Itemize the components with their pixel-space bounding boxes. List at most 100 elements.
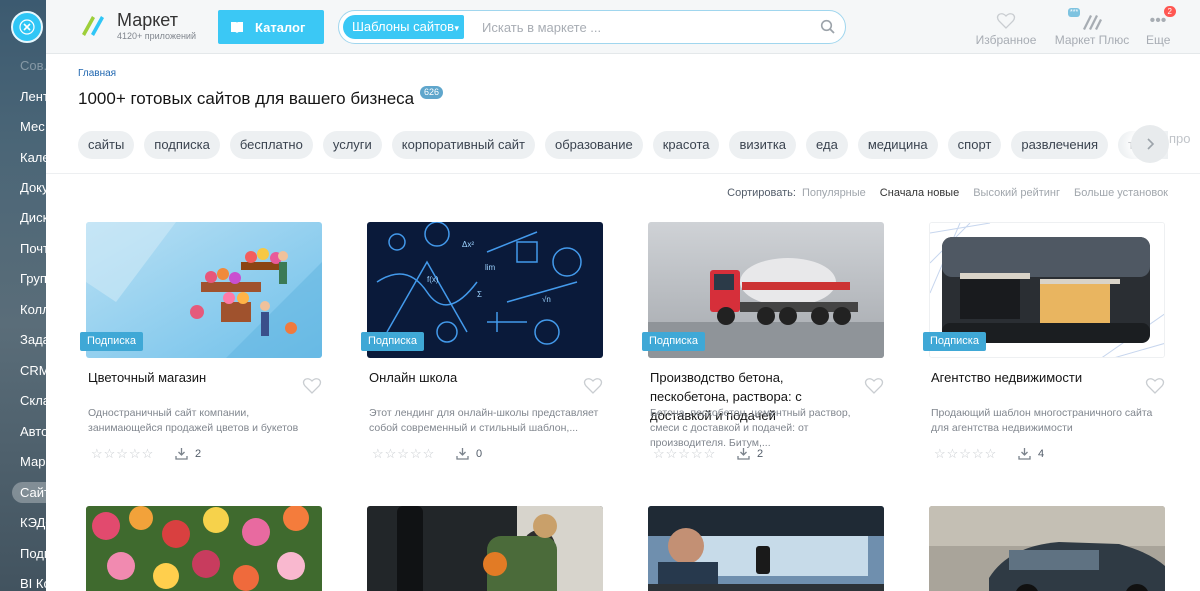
installs-count: 2 [737, 447, 763, 460]
app-card-image[interactable] [367, 506, 603, 591]
svg-text:f(x): f(x) [427, 275, 439, 284]
svg-text:Δx²: Δx² [462, 240, 474, 249]
breadcrumb[interactable]: Главная [78, 68, 116, 79]
subscription-badge: Подписка [80, 332, 143, 351]
sort-label: Сортировать: [727, 187, 796, 199]
card-title[interactable]: Агентство недвижимости [931, 368, 1131, 387]
tags-next-button[interactable] [1131, 125, 1169, 163]
more-button[interactable]: ••• 2 Еще [1146, 6, 1176, 47]
sidebar-item[interactable]: Груп [20, 271, 46, 286]
search-input[interactable]: Искать в маркете ... [482, 20, 601, 35]
sidebar-item[interactable]: Колл [20, 302, 46, 317]
star-rating: ☆☆☆☆☆ [653, 446, 717, 461]
favorites-label: Избранное [975, 33, 1037, 47]
installs-count: 4 [1018, 447, 1044, 460]
svg-text:√n: √n [542, 295, 551, 304]
catalog-label: Каталог [255, 19, 306, 35]
sidebar-item[interactable]: КЭДО [20, 515, 46, 530]
tag-chip[interactable]: бесплатно [229, 131, 313, 159]
tag-chip[interactable]: еда [806, 131, 848, 159]
left-sidebar: Сов... Лент Мес Кале Доку Диск Почт Груп… [0, 0, 46, 591]
svg-text:Σ: Σ [477, 290, 482, 299]
sidebar-item-sites[interactable]: Сайт [12, 482, 46, 503]
sidebar-item[interactable]: Авто [20, 424, 46, 439]
app-card[interactable]: Подписка Цветочный магазин Одностраничны… [80, 222, 322, 468]
sidebar-item[interactable]: Диск [20, 210, 46, 225]
card-title[interactable]: Онлайн школа [369, 368, 569, 387]
count-badge: 626 [420, 86, 444, 99]
star-rating: ☆☆☆☆☆ [934, 446, 998, 461]
app-card-image[interactable] [648, 506, 884, 591]
close-slider-button[interactable] [11, 11, 43, 43]
search-bar: Шаблоны сайтов ▾ Искать в маркете ... [338, 10, 846, 44]
installs-value: 2 [757, 447, 764, 460]
app-card[interactable]: Δx² lim f(x) √n Σ Подписка Онлайн школа Этот… [361, 222, 603, 468]
catalog-button[interactable]: Каталог [218, 10, 324, 44]
installs-value: 0 [476, 447, 483, 460]
search-scope-label: Шаблоны сайтов [352, 19, 455, 34]
app-card[interactable]: Подписка Агентство недвижимости Продающи… [923, 222, 1165, 468]
more-badge: 2 [1163, 6, 1176, 17]
card-title[interactable]: Цветочный магазин [88, 368, 288, 387]
heart-icon[interactable] [1145, 376, 1165, 396]
search-scope-select[interactable]: Шаблоны сайтов ▾ [343, 15, 464, 39]
sort-option-popular[interactable]: Популярные [802, 187, 866, 199]
sidebar-item[interactable]: Скла [20, 393, 46, 408]
market-plus-button[interactable]: *** Маркет Плюс [1054, 8, 1130, 47]
sidebar-item[interactable]: CRM [20, 363, 46, 378]
tag-chip[interactable]: корпоративный сайт [391, 131, 535, 159]
tag-chip[interactable]: визитка [729, 131, 797, 159]
card-description: Этот лендинг для онлайн-школы представля… [369, 407, 599, 434]
search-icon[interactable] [820, 19, 836, 35]
sidebar-item[interactable]: BI Ко [20, 576, 46, 591]
download-icon [737, 448, 750, 460]
sidebar-item[interactable]: Доку [20, 180, 46, 195]
sidebar-item[interactable]: Мар [20, 454, 45, 469]
market-plus-badge: *** [1068, 8, 1081, 17]
sidebar-item[interactable]: Мес [20, 119, 45, 134]
more-dots-icon: ••• [1149, 12, 1167, 29]
tag-chip[interactable]: подписка [144, 131, 220, 159]
book-icon [231, 21, 243, 33]
app-card-image[interactable] [86, 506, 322, 591]
subscription-badge: Подписка [361, 332, 424, 351]
heart-icon[interactable] [302, 376, 322, 396]
heart-icon[interactable] [583, 376, 603, 396]
sidebar-item[interactable]: Лент [20, 89, 46, 104]
sidebar-item[interactable]: Кале [20, 150, 46, 165]
sort-option-rating[interactable]: Высокий рейтинг [973, 187, 1060, 199]
tag-chip[interactable]: медицина [857, 131, 938, 159]
favorites-button[interactable]: Избранное [975, 10, 1037, 47]
sidebar-item[interactable]: Почт [20, 241, 46, 256]
sidebar-item[interactable]: Сов... [20, 58, 46, 73]
download-icon [456, 448, 469, 460]
more-label: Еще [1146, 33, 1171, 47]
app-card-image[interactable] [929, 506, 1165, 591]
tag-chip[interactable]: сайты [78, 131, 135, 159]
heart-icon [996, 13, 1016, 29]
chevron-right-icon [1147, 138, 1155, 150]
sidebar-item[interactable]: Подп [20, 546, 46, 561]
sidebar-item[interactable]: Зада [20, 332, 46, 347]
installs-value: 2 [195, 447, 202, 460]
sort-bar: Сортировать: Популярные Сначала новые Вы… [727, 187, 1168, 199]
tag-chip-overflow: про [1169, 131, 1191, 146]
app-title: Маркет [117, 10, 178, 30]
sort-option-installs[interactable]: Больше установок [1074, 187, 1168, 199]
app-subtitle: 4120+ приложений [117, 31, 196, 41]
tag-chip[interactable]: услуги [322, 131, 382, 159]
sort-option-newest[interactable]: Сначала новые [880, 187, 959, 199]
app-card[interactable]: Подписка Производство бетона, пескобетон… [642, 222, 884, 468]
tag-chip[interactable]: развлечения [1011, 131, 1109, 159]
close-icon [19, 19, 35, 35]
installs-count: 0 [456, 447, 482, 460]
card-description: Бетона, пескобетон, цементный раствор, с… [650, 407, 851, 449]
tag-chip[interactable]: образование [545, 131, 643, 159]
tag-chip[interactable]: спорт [947, 131, 1002, 159]
heart-icon[interactable] [864, 376, 884, 396]
download-icon [1018, 448, 1031, 460]
star-rating: ☆☆☆☆☆ [372, 446, 436, 461]
market-logo-icon [82, 16, 104, 36]
tag-chip[interactable]: красота [652, 131, 720, 159]
installs-value: 4 [1038, 447, 1045, 460]
